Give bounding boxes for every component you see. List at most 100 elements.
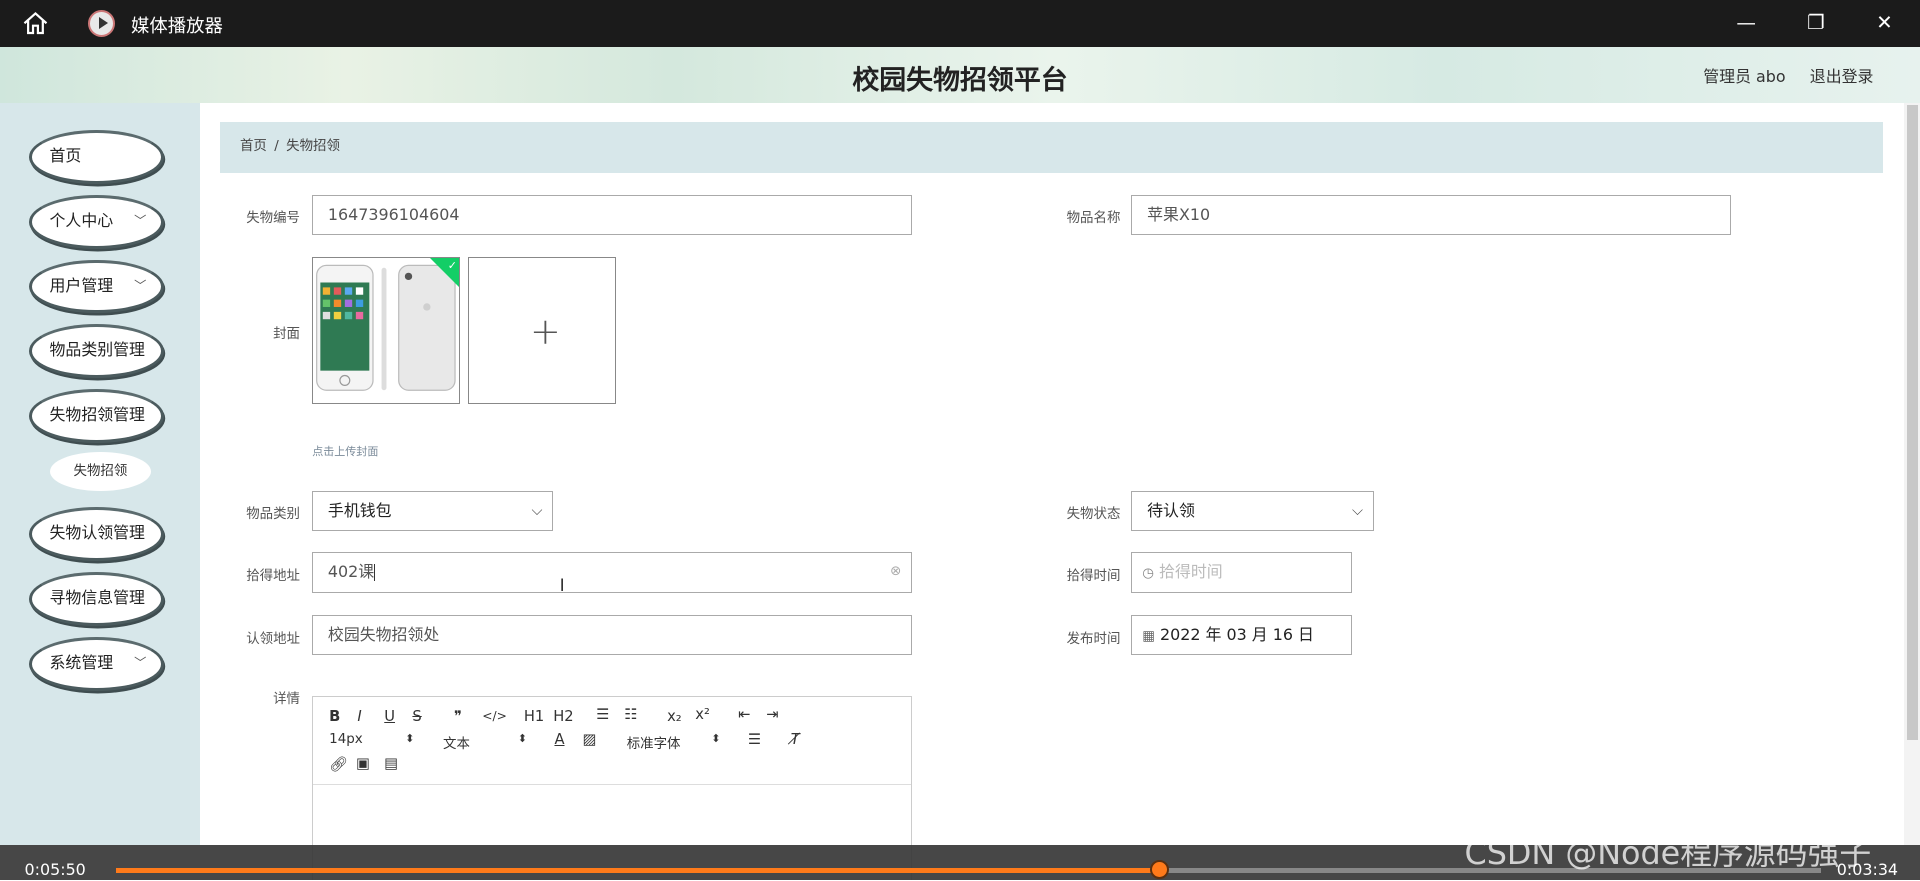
background-color-icon[interactable]: ▨ <box>583 731 597 748</box>
cover-upload-hint: 点击上传封面 <box>312 445 379 459</box>
image-icon[interactable]: ▣ <box>356 755 370 772</box>
seek-thumb[interactable] <box>1149 859 1170 880</box>
sort-icon: ⬍ <box>517 732 527 746</box>
font-color-icon[interactable]: A <box>554 731 564 748</box>
vertical-scrollbar[interactable] <box>1904 102 1920 845</box>
chevron-down-icon: ⌵ <box>1351 502 1364 520</box>
minimize-button[interactable]: — <box>1735 12 1757 34</box>
lost-no-input[interactable]: 1647396104604 <box>312 194 913 236</box>
category-select[interactable]: 手机钱包 ⌵ <box>312 491 554 532</box>
underline-button[interactable]: U <box>384 708 395 725</box>
link-icon[interactable]: 🔗︎ <box>329 755 348 773</box>
heading1-button[interactable]: H1 <box>524 708 544 725</box>
superscript-button[interactable]: x² <box>695 706 710 723</box>
sidebar-item-category-management[interactable]: 物品类别管理 <box>29 324 165 379</box>
sidebar-item-label: 物品类别管理 <box>49 340 145 360</box>
strike-button[interactable]: S <box>412 708 421 725</box>
sort-icon: ⬍ <box>405 732 415 746</box>
text-type-select[interactable]: 文本 <box>443 732 470 752</box>
indent-icon[interactable]: ⇥ <box>766 706 778 723</box>
scrollbar-thumb[interactable] <box>1906 105 1918 740</box>
outdent-icon[interactable]: ⇤ <box>738 706 750 723</box>
font-family-select[interactable]: 标准字体 <box>627 732 681 752</box>
heading2-button[interactable]: H2 <box>553 708 573 725</box>
sidebar-item-user-management[interactable]: 用户管理 ﹀ <box>29 259 165 314</box>
publish-time-picker[interactable]: ▦ 2022 年 03 月 16 日 <box>1131 614 1352 656</box>
cover-image[interactable]: ✓ <box>312 257 461 405</box>
sidebar-item-claim-management[interactable]: 失物认领管理 <box>29 506 165 561</box>
chevron-down-icon: ﹀ <box>134 213 147 228</box>
breadcrumb-separator: / <box>274 139 279 155</box>
found-time-label: 拾得时间 <box>1066 569 1121 585</box>
sidebar-item-label: 首页 <box>49 145 82 165</box>
sidebar-item-label: 用户管理 <box>49 275 114 295</box>
clock-icon: ◷ <box>1142 566 1154 582</box>
bold-button[interactable]: B <box>329 708 340 725</box>
sidebar-item-label: 寻物信息管理 <box>49 587 145 607</box>
sidebar-item-label: 失物招领管理 <box>49 405 145 425</box>
found-address-input[interactable]: 402课 ⊗ <box>312 552 913 593</box>
category-select-value: 手机钱包 <box>327 501 392 521</box>
header-banner: 校园失物招领平台 管理员 abo 退出登录 <box>0 46 1920 103</box>
sidebar: 首页 个人中心 ﹀ 用户管理 ﹀ 物品类别管理 失物招领管理 失物招领 失物认领… <box>0 102 200 845</box>
blockquote-button[interactable]: ❞ <box>454 708 462 725</box>
video-icon[interactable]: ▤ <box>384 755 398 772</box>
status-select-value: 待认领 <box>1147 501 1195 521</box>
ordered-list-icon[interactable]: ☰ <box>596 706 609 723</box>
admin-user-label: 管理员 abo <box>1703 66 1786 86</box>
claim-address-label: 认领地址 <box>246 631 300 647</box>
sidebar-item-label: 个人中心 <box>49 210 114 230</box>
elapsed-time: 0:05:50 <box>24 859 86 879</box>
close-button[interactable]: ✕ <box>1873 12 1895 34</box>
subscript-button[interactable]: x₂ <box>667 708 682 725</box>
category-label: 物品类别 <box>246 507 300 523</box>
chevron-down-icon: ﹀ <box>134 278 147 293</box>
item-name-input[interactable]: 苹果X10 <box>1131 194 1732 236</box>
status-label: 失物状态 <box>1066 507 1121 523</box>
publish-time-value: 2022 年 03 月 16 日 <box>1160 624 1314 644</box>
window-title-bar: 媒体播放器 — ❐ ✕ <box>0 0 1920 47</box>
item-name-label: 物品名称 <box>1066 210 1121 226</box>
plus-icon: + <box>529 309 561 353</box>
sidebar-item-personal-center[interactable]: 个人中心 ﹀ <box>29 194 165 249</box>
chevron-down-icon: ⌵ <box>531 502 543 520</box>
sidebar-item-system-management[interactable]: 系统管理 ﹀ <box>29 636 165 691</box>
logout-link[interactable]: 退出登录 <box>1810 64 1874 87</box>
sort-icon: ⬍ <box>711 732 721 746</box>
found-address-value: 402课 <box>327 562 375 582</box>
window-title: 媒体播放器 <box>131 16 223 38</box>
cover-label: 封面 <box>273 327 300 343</box>
bullet-list-icon[interactable]: ☷ <box>624 706 637 723</box>
sidebar-item-home[interactable]: 首页 <box>29 129 165 184</box>
ibeam-cursor-icon: I <box>559 575 565 596</box>
claim-address-input[interactable]: 校园失物招领处 <box>312 614 913 656</box>
upload-cover-button[interactable]: + <box>467 257 616 405</box>
sidebar-item-search-info-management[interactable]: 寻物信息管理 <box>29 571 165 626</box>
italic-button[interactable]: I <box>357 708 361 725</box>
breadcrumb-current: 失物招领 <box>286 139 340 155</box>
code-block-button[interactable]: </> <box>482 709 507 723</box>
breadcrumb-home[interactable]: 首页 <box>240 139 267 154</box>
page-title: 校园失物招领平台 <box>852 64 1068 96</box>
found-time-placeholder: 拾得时间 <box>1159 562 1223 582</box>
check-icon: ✓ <box>447 259 457 273</box>
status-select[interactable]: 待认领 ⌵ <box>1131 491 1374 532</box>
found-time-picker[interactable]: ◷ 拾得时间 <box>1131 552 1352 593</box>
sidebar-item-lost-found-management[interactable]: 失物招领管理 <box>29 389 165 444</box>
clear-icon[interactable]: ⊗ <box>890 553 901 591</box>
media-player-icon <box>88 9 116 37</box>
watermark: CSDN @Node程序源码强子 <box>1464 833 1872 872</box>
restore-button[interactable]: ❐ <box>1805 12 1827 34</box>
publish-time-label: 发布时间 <box>1066 631 1121 647</box>
editor-toolbar: B I U S ❞ </> H1 H2 ☰ ☷ x₂ x² ⇤ ⇥ 14px ⬍… <box>313 697 911 785</box>
home-icon[interactable] <box>22 11 49 35</box>
lost-no-label: 失物编号 <box>246 210 300 226</box>
align-icon[interactable]: ☰ <box>748 731 761 748</box>
details-label: 详情 <box>273 691 300 707</box>
font-size-select[interactable]: 14px <box>329 732 363 747</box>
clear-format-icon[interactable]: T̸ <box>791 731 800 748</box>
sidebar-subitem-lost-found[interactable]: 失物招领 <box>50 451 151 491</box>
found-address-label: 拾得地址 <box>246 569 300 585</box>
seek-bar-fill <box>116 868 1160 874</box>
sidebar-item-label: 失物认领管理 <box>49 522 145 542</box>
